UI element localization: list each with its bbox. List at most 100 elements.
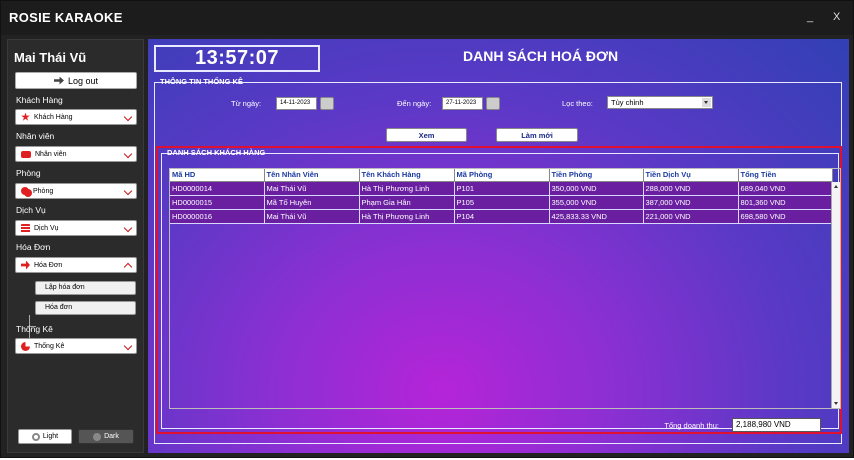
chevron-down-icon: [123, 341, 133, 351]
table-row[interactable]: HD0000015 Mã Tố Huyên Phạm Gia Hân P105 …: [170, 195, 833, 210]
table-header-row: Mã HD Tên Nhân Viên Tên Khách Hàng Mã Ph…: [170, 169, 833, 182]
sun-icon: [31, 432, 40, 441]
cell-service-fee: 288,000 VND: [643, 181, 739, 196]
service-dropdown-label: Dịch Vụ: [34, 224, 59, 232]
to-calendar-button[interactable]: [486, 97, 500, 110]
total-revenue-label: Tổng doanh thu:: [664, 421, 719, 430]
refresh-button[interactable]: Làm mới: [496, 128, 578, 142]
users-icon: [21, 150, 31, 158]
cell-customer-name: Hà Thị Phương Linh: [359, 181, 455, 196]
stats-group-title: THÔNG TIN THỐNG KÊ: [160, 77, 243, 86]
logout-icon: [53, 76, 64, 85]
cell-room-fee: 355,000 VND: [549, 195, 644, 210]
col-total[interactable]: Tổng Tiền: [738, 169, 833, 182]
service-icon: [21, 223, 30, 233]
service-dropdown[interactable]: Dịch Vụ: [15, 220, 137, 236]
light-label: Light: [42, 433, 59, 440]
cell-invoice-id: HD0000016: [170, 209, 265, 224]
col-staff-name[interactable]: Tên Nhân Viên: [264, 169, 360, 182]
chevron-down-icon: [123, 223, 133, 233]
customer-dropdown-label: Khách Hàng: [34, 113, 73, 121]
page-title: DANH SÁCH HOÁ ĐƠN: [463, 48, 619, 64]
dark-mode-button[interactable]: Dark: [78, 429, 134, 444]
cell-room-fee: 425,833.33 VND: [549, 209, 644, 224]
cell-invoice-id: HD0000015: [170, 195, 265, 210]
logout-label: Log out: [67, 75, 99, 86]
filter-label: Lọc theo:: [562, 99, 593, 108]
cell-room-id: P105: [454, 195, 550, 210]
section-label-stats: Thống Kê: [16, 324, 53, 334]
from-calendar-button[interactable]: [320, 97, 334, 110]
cell-customer-name: Phạm Gia Hân: [359, 195, 455, 210]
invoice-dropdown-label: Hóa Đơn: [34, 261, 63, 269]
view-button[interactable]: Xem: [386, 128, 467, 142]
section-label-staff: Nhân viên: [16, 131, 55, 141]
invoice-list-item[interactable]: Hóa đơn: [35, 301, 136, 315]
title-bar: ROSIE KARAOKE _ X: [1, 1, 853, 35]
customer-dropdown[interactable]: Khách Hàng: [15, 109, 137, 125]
section-label-customer: Khách Hàng: [16, 95, 63, 105]
col-room-fee[interactable]: Tiền Phòng: [549, 169, 644, 182]
cell-total: 689,040 VND: [738, 181, 833, 196]
col-room-id[interactable]: Mã Phòng: [454, 169, 550, 182]
total-revenue-field[interactable]: 2,188,980 VND: [732, 418, 821, 432]
room-dropdown[interactable]: Phòng: [15, 183, 137, 199]
stats-dropdown[interactable]: Thống Kê: [15, 338, 137, 354]
room-dropdown-label: Phòng: [33, 187, 54, 195]
cell-room-fee: 350,000 VND: [549, 181, 644, 196]
scroll-down-icon[interactable]: [834, 402, 838, 405]
filter-select[interactable]: Tùy chỉnh: [607, 96, 713, 109]
customer-list-title: DANH SÁCH KHÁCH HÀNG: [167, 148, 266, 157]
dropdown-arrow-icon: [702, 98, 711, 107]
minimize-button[interactable]: _: [807, 11, 813, 23]
close-button[interactable]: X: [833, 11, 840, 23]
main-panel: 13:57:07 DANH SÁCH HOÁ ĐƠN THÔNG TIN THỐ…: [148, 39, 849, 453]
stats-dropdown-label: Thống Kê: [34, 342, 65, 350]
cell-total: 801,360 VND: [738, 195, 833, 210]
chevron-up-icon: [123, 262, 133, 272]
table-row[interactable]: HD0000016 Mai Thái Vũ Hà Thị Phương Linh…: [170, 209, 833, 224]
invoice-table: Mã HD Tên Nhân Viên Tên Khách Hàng Mã Ph…: [169, 168, 841, 409]
invoice-icon: [21, 260, 30, 270]
from-date-input[interactable]: 14-11-2023: [276, 97, 317, 110]
room-icon: [21, 187, 29, 195]
customer-list-group: DANH SÁCH KHÁCH HÀNG Mã HD Tên Nhân Viên…: [161, 148, 841, 432]
col-invoice-id[interactable]: Mã HD: [170, 169, 265, 182]
invoice-list-highlight: DANH SÁCH KHÁCH HÀNG Mã HD Tên Nhân Viên…: [156, 146, 842, 434]
from-date-label: Từ ngày:: [231, 99, 262, 108]
cell-staff-name: Mai Thái Vũ: [264, 181, 360, 196]
create-invoice-item[interactable]: Lập hóa đơn: [35, 281, 136, 295]
staff-dropdown-label: Nhân viên: [35, 150, 67, 158]
to-date-label: Đến ngày:: [397, 99, 432, 108]
moon-icon: [93, 432, 102, 441]
cell-total: 698,580 VND: [738, 209, 833, 224]
window-title: ROSIE KARAOKE: [9, 10, 123, 25]
col-service-fee[interactable]: Tiền Dịch Vụ: [643, 169, 739, 182]
clock: 13:57:07: [154, 45, 320, 72]
chevron-down-icon: [123, 186, 133, 196]
scroll-up-icon[interactable]: [834, 185, 838, 188]
chevron-down-icon: [123, 149, 133, 159]
to-date-input[interactable]: 27-11-2023: [442, 97, 483, 110]
table-row[interactable]: HD0000014 Mai Thái Vũ Hà Thị Phương Linh…: [170, 181, 833, 196]
star-icon: [21, 112, 30, 121]
invoice-dropdown[interactable]: Hóa Đơn: [15, 257, 137, 273]
section-label-room: Phòng: [16, 168, 41, 178]
light-mode-button[interactable]: Light: [18, 429, 72, 444]
app-window: ROSIE KARAOKE _ X Mai Thái Vũ Log out Kh…: [0, 0, 854, 458]
col-customer-name[interactable]: Tên Khách Hàng: [359, 169, 455, 182]
cell-room-id: P104: [454, 209, 550, 224]
logout-button[interactable]: Log out: [15, 72, 137, 89]
section-label-service: Dịch Vụ: [16, 205, 46, 215]
pie-chart-icon: [21, 341, 30, 351]
dark-label: Dark: [104, 433, 119, 440]
cell-staff-name: Mai Thái Vũ: [264, 209, 360, 224]
table-scrollbar[interactable]: [831, 182, 840, 408]
cell-service-fee: 387,000 VND: [643, 195, 739, 210]
cell-customer-name: Hà Thị Phương Linh: [359, 209, 455, 224]
cell-room-id: P101: [454, 181, 550, 196]
section-label-invoice: Hóa Đơn: [16, 242, 51, 252]
staff-dropdown[interactable]: Nhân viên: [15, 146, 137, 162]
cell-invoice-id: HD0000014: [170, 181, 265, 196]
chevron-down-icon: [123, 112, 133, 122]
